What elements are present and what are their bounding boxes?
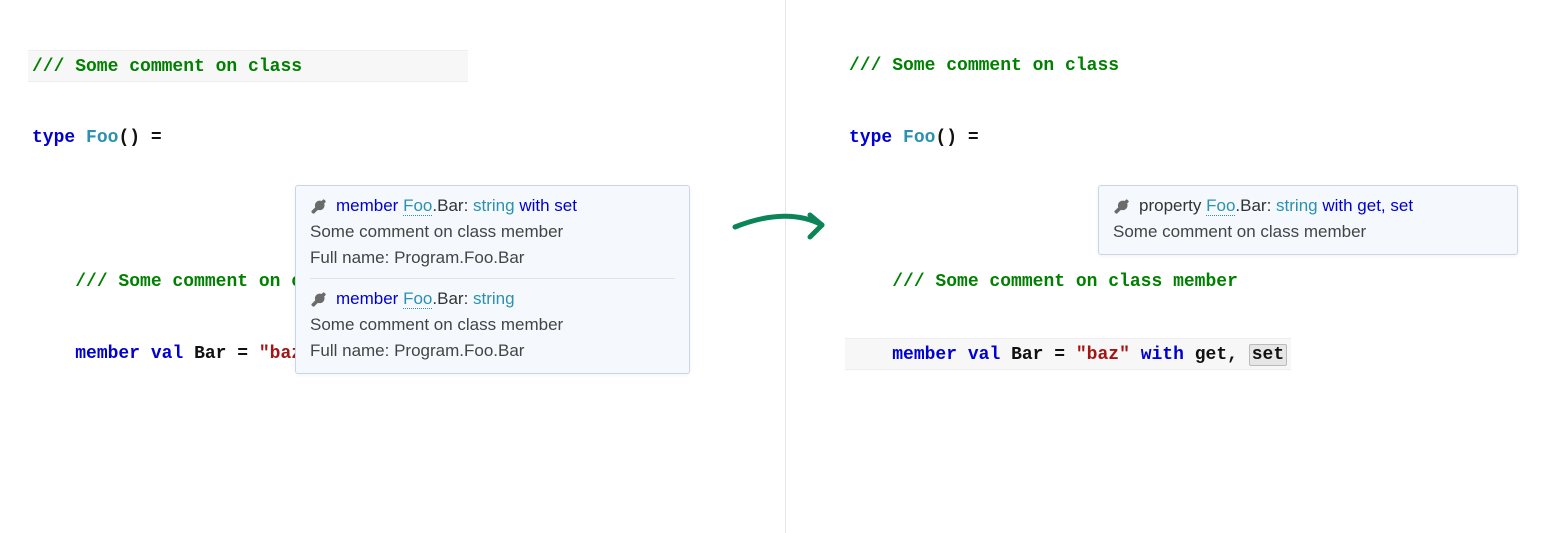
tooltip-description: Some comment on class member: [1113, 222, 1503, 242]
with-set: with set: [515, 196, 577, 215]
parens: (): [935, 128, 957, 148]
keyword-member: member: [892, 345, 957, 365]
kw-member: member: [336, 289, 398, 308]
tooltip-description: Some comment on class member: [310, 315, 675, 335]
arrow-icon: [730, 205, 840, 245]
comment-text: /// Some comment on class: [32, 57, 302, 77]
wrench-icon: [310, 197, 328, 215]
keyword-member: member: [75, 344, 140, 364]
ident-get: get: [1195, 345, 1227, 365]
tooltip-left: member Foo.Bar: string with set Some com…: [295, 185, 690, 374]
tooltip-signature: member Foo.Bar: string: [310, 289, 675, 309]
type-link[interactable]: Foo: [1206, 196, 1235, 216]
wrench-icon: [310, 290, 328, 308]
kw-property: property: [1139, 196, 1201, 215]
keyword-val: val: [151, 344, 183, 364]
assign: =: [226, 344, 258, 364]
code-line[interactable]: /// Some comment on class member: [845, 266, 1291, 298]
type-name: Foo: [903, 128, 935, 148]
tooltip-divider: [310, 278, 675, 279]
code-line[interactable]: type Foo() =: [28, 122, 468, 154]
kw-member: member: [336, 196, 398, 215]
tooltip-signature: member Foo.Bar: string with set: [310, 196, 675, 216]
keyword-val: val: [968, 345, 1000, 365]
tooltip-fullname: Full name: Program.Foo.Bar: [310, 341, 675, 361]
comparison-stage: /// Some comment on class type Foo() = /…: [0, 0, 1557, 533]
keyword-type: type: [849, 128, 892, 148]
code-line[interactable]: member val Bar = "baz" with get, set: [845, 338, 1291, 370]
tooltip-right: property Foo.Bar: string with get, set S…: [1098, 185, 1518, 255]
signature-text: member Foo.Bar: string with set: [336, 196, 577, 216]
comment-text: /// Some comment on class: [849, 56, 1119, 76]
signature-text: property Foo.Bar: string with get, set: [1139, 196, 1413, 216]
dot-bar: .Bar:: [432, 289, 473, 308]
comma: ,: [1227, 345, 1249, 365]
tooltip-fullname: Full name: Program.Foo.Bar: [310, 248, 675, 268]
keyword-type: type: [32, 128, 75, 148]
type-string: string: [473, 196, 515, 215]
vertical-divider: [785, 0, 786, 533]
string-literal: "baz": [1076, 345, 1130, 365]
type-string: string: [1276, 196, 1318, 215]
tooltip-description: Some comment on class member: [310, 222, 675, 242]
type-link[interactable]: Foo: [403, 196, 432, 216]
tooltip-signature: property Foo.Bar: string with get, set: [1113, 196, 1503, 216]
wrench-icon: [1113, 197, 1131, 215]
dot-bar: .Bar:: [432, 196, 473, 215]
keyword-with: with: [1141, 345, 1184, 365]
equals: =: [957, 128, 979, 148]
type-link[interactable]: Foo: [403, 289, 432, 309]
type-name: Foo: [86, 128, 118, 148]
ident-bar: Bar: [194, 344, 226, 364]
assign: =: [1043, 345, 1075, 365]
dot-bar: .Bar:: [1235, 196, 1276, 215]
equals: =: [140, 128, 162, 148]
type-string: string: [473, 289, 515, 308]
parens: (): [118, 128, 140, 148]
with-getset: with get, set: [1318, 196, 1413, 215]
code-line[interactable]: type Foo() =: [845, 122, 1291, 154]
ident-bar: Bar: [1011, 345, 1043, 365]
ident-set-selected: set: [1249, 344, 1287, 366]
signature-text: member Foo.Bar: string: [336, 289, 515, 309]
comment-text: /// Some comment on class member: [892, 272, 1238, 292]
code-line[interactable]: /// Some comment on class: [845, 50, 1291, 82]
code-line[interactable]: /// Some comment on class: [28, 50, 468, 82]
